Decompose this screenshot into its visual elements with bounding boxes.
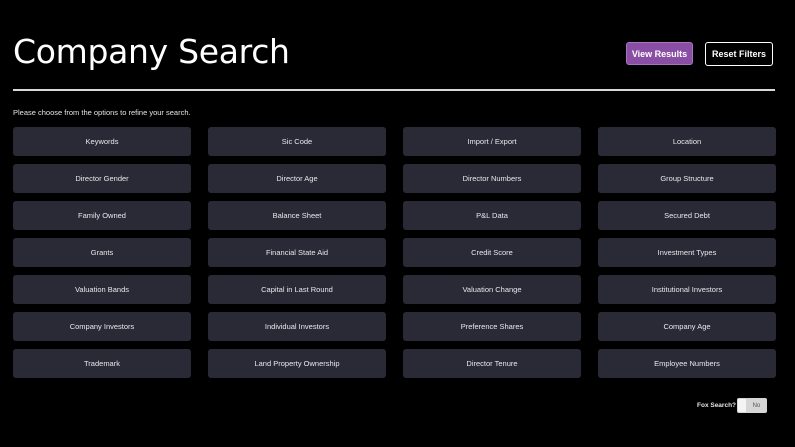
filter-keywords[interactable]: Keywords [13, 127, 191, 156]
filter-grants[interactable]: Grants [13, 238, 191, 267]
filter-company-age[interactable]: Company Age [598, 312, 776, 341]
filter-capital-in-last-round[interactable]: Capital in Last Round [208, 275, 386, 304]
filter-director-gender[interactable]: Director Gender [13, 164, 191, 193]
reset-filters-button[interactable]: Reset Filters [705, 42, 773, 66]
filter-individual-investors[interactable]: Individual Investors [208, 312, 386, 341]
company-search-page: Company Search View Results Reset Filter… [0, 0, 795, 447]
filter-location[interactable]: Location [598, 127, 776, 156]
filter-credit-score[interactable]: Credit Score [403, 238, 581, 267]
filter-institutional-investors[interactable]: Institutional Investors [598, 275, 776, 304]
filter-company-investors[interactable]: Company Investors [13, 312, 191, 341]
view-results-button[interactable]: View Results [626, 42, 693, 65]
fox-search-value: No [752, 402, 761, 409]
fox-search-label: Fox Search? [697, 402, 737, 409]
toggle-knob [738, 399, 746, 412]
filter-balance-sheet[interactable]: Balance Sheet [208, 201, 386, 230]
filter-trademark[interactable]: Trademark [13, 349, 191, 378]
filter-director-tenure[interactable]: Director Tenure [403, 349, 581, 378]
header-divider [13, 89, 775, 91]
filter-secured-debt[interactable]: Secured Debt [598, 201, 776, 230]
filter-land-property-ownership[interactable]: Land Property Ownership [208, 349, 386, 378]
filter-employee-numbers[interactable]: Employee Numbers [598, 349, 776, 378]
filter-group-structure[interactable]: Group Structure [598, 164, 776, 193]
filter-import-export[interactable]: Import / Export [403, 127, 581, 156]
filter-director-age[interactable]: Director Age [208, 164, 386, 193]
filter-pl-data[interactable]: P&L Data [403, 201, 581, 230]
page-title: Company Search [13, 32, 290, 71]
fox-search-toggle[interactable]: No [737, 398, 767, 413]
filter-financial-state-aid[interactable]: Financial State Aid [208, 238, 386, 267]
filter-preference-shares[interactable]: Preference Shares [403, 312, 581, 341]
filter-director-numbers[interactable]: Director Numbers [403, 164, 581, 193]
instructions-text: Please choose from the options to refine… [13, 108, 191, 117]
filter-sic-code[interactable]: Sic Code [208, 127, 386, 156]
filter-grid: Keywords Sic Code Import / Export Locati… [13, 127, 776, 378]
filter-valuation-bands[interactable]: Valuation Bands [13, 275, 191, 304]
filter-valuation-change[interactable]: Valuation Change [403, 275, 581, 304]
filter-family-owned[interactable]: Family Owned [13, 201, 191, 230]
filter-investment-types[interactable]: Investment Types [598, 238, 776, 267]
